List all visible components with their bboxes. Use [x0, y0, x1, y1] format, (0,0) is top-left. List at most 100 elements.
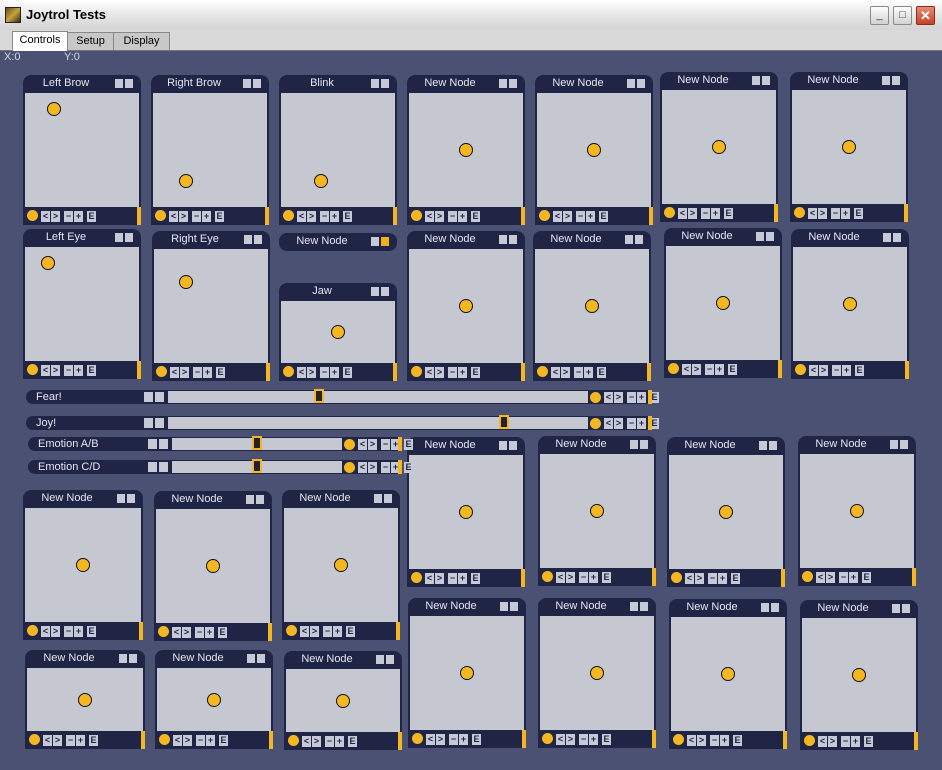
center-dot-button[interactable] [590, 418, 601, 429]
pad-edit-button[interactable]: E [724, 208, 733, 219]
center-dot-button[interactable] [542, 571, 553, 582]
joystick-handle[interactable] [78, 692, 92, 707]
pad-toggle-b-button[interactable] [635, 235, 643, 244]
slider-right-arrow-button[interactable]: > [368, 462, 377, 473]
center-dot-button[interactable] [411, 366, 422, 377]
pad-minus-button[interactable]: − [576, 211, 585, 222]
pad-toggle-a-button[interactable] [247, 654, 255, 663]
joystick-handle[interactable] [590, 666, 604, 680]
pad-toggle-b-button[interactable] [257, 654, 265, 663]
joystick-area[interactable] [407, 93, 525, 207]
pad-toggle-b-button[interactable] [125, 233, 133, 242]
slider-track[interactable] [168, 389, 588, 403]
pad-left-arrow-button[interactable]: < [297, 367, 306, 378]
pad-right-arrow-button[interactable]: > [818, 208, 827, 219]
slider-track[interactable] [172, 436, 342, 450]
joystick-area[interactable] [284, 669, 402, 732]
pad-edit-button[interactable]: E [343, 211, 352, 222]
pad-right-arrow-button[interactable]: > [310, 626, 319, 637]
pad-toggle-b-button[interactable] [900, 440, 908, 449]
joystick-area[interactable] [279, 301, 397, 363]
joystick-handle[interactable] [712, 140, 726, 154]
pad-plus-button[interactable]: + [459, 734, 468, 745]
pad-left-arrow-button[interactable]: < [678, 208, 687, 219]
pad-minus-button[interactable]: − [831, 208, 840, 219]
joystick-handle[interactable] [179, 173, 194, 188]
center-dot-button[interactable] [344, 462, 355, 473]
pad-plus-button[interactable]: + [330, 367, 339, 378]
pad-edit-button[interactable]: E [218, 627, 227, 638]
pad-right-arrow-button[interactable]: > [180, 367, 189, 378]
pad-edit-button[interactable]: E [731, 573, 740, 584]
pad-toggle-b-button[interactable] [254, 235, 262, 244]
pad-edit-button[interactable]: E [471, 367, 480, 378]
pad-minus-button[interactable]: − [196, 735, 205, 746]
joystick-area[interactable] [23, 508, 143, 622]
slider-left-arrow-button[interactable]: < [358, 462, 367, 473]
pad-left-arrow-button[interactable]: < [687, 735, 696, 746]
center-dot-button[interactable] [539, 210, 550, 221]
pad-plus-button[interactable]: + [849, 572, 858, 583]
center-dot-button[interactable] [671, 572, 682, 583]
pad-plus-button[interactable]: + [842, 365, 851, 376]
slider-left-arrow-button[interactable]: < [604, 418, 613, 429]
pad-right-arrow-button[interactable]: > [566, 734, 575, 745]
maximize-button[interactable]: □ [893, 6, 912, 25]
pad-plus-button[interactable]: + [76, 735, 85, 746]
pad-minus-button[interactable]: − [832, 365, 841, 376]
pad-minus-button[interactable]: − [449, 734, 458, 745]
pad-toggle-b-button[interactable] [640, 440, 648, 449]
pad-toggle-a-button[interactable] [882, 76, 890, 85]
pad-toggle-b-button[interactable] [509, 79, 517, 88]
joystick-handle[interactable] [459, 505, 473, 519]
pad-left-arrow-button[interactable]: < [302, 736, 311, 747]
pad-edit-button[interactable]: E [602, 734, 611, 745]
pad-left-arrow-button[interactable]: < [425, 573, 434, 584]
pad-plus-button[interactable]: + [458, 367, 467, 378]
pad-toggle-a-button[interactable] [244, 235, 252, 244]
pad-edit-button[interactable]: E [348, 736, 357, 747]
pad-toggle-a-button[interactable] [499, 235, 507, 244]
pad-toggle-a-button[interactable] [883, 233, 891, 242]
pad-right-arrow-button[interactable]: > [695, 573, 704, 584]
slider-toggle-b-button[interactable] [159, 462, 168, 472]
pad-plus-button[interactable]: + [841, 208, 850, 219]
pad-plus-button[interactable]: + [333, 626, 342, 637]
joystick-handle[interactable] [585, 299, 599, 313]
joystick-handle[interactable] [716, 296, 730, 310]
center-dot-button[interactable] [27, 364, 38, 375]
pad-toggle-b-button[interactable] [386, 655, 394, 664]
pad-toggle-b-button[interactable] [256, 495, 264, 504]
joystick-area[interactable] [790, 90, 908, 204]
joystick-handle[interactable] [206, 559, 220, 573]
pad-toggle-a-button[interactable] [500, 602, 508, 611]
pad-right-arrow-button[interactable]: > [688, 208, 697, 219]
pad-toggle-b-button[interactable] [381, 287, 389, 296]
pad-minus-button[interactable]: − [192, 211, 201, 222]
pad-edit-button[interactable]: E [864, 736, 873, 747]
slider-toggle-b-button[interactable] [155, 392, 164, 402]
pad-toggle-a-button[interactable] [630, 440, 638, 449]
joystick-area[interactable] [25, 668, 145, 731]
joystick-handle[interactable] [842, 140, 856, 154]
pad-toggle-b-button[interactable] [509, 441, 517, 450]
joystick-area[interactable] [798, 454, 916, 568]
pad-right-arrow-button[interactable]: > [182, 627, 191, 638]
slider-plus-button[interactable]: + [637, 418, 646, 429]
center-dot-button[interactable] [411, 572, 422, 583]
slider-edit-button[interactable]: E [404, 462, 413, 473]
slider-thumb[interactable] [252, 459, 262, 473]
joystick-handle[interactable] [459, 143, 473, 157]
tab-display[interactable]: Display [113, 32, 170, 50]
pad-edit-button[interactable]: E [87, 211, 96, 222]
pad-toggle-a-button[interactable] [499, 79, 507, 88]
pad-minus-button[interactable]: − [448, 211, 457, 222]
pad-toggle-a-button[interactable] [371, 79, 379, 88]
pad-toggle-a-button[interactable] [371, 237, 379, 246]
center-dot-button[interactable] [155, 210, 166, 221]
slider-left-arrow-button[interactable]: < [604, 392, 613, 403]
pad-plus-button[interactable]: + [205, 627, 214, 638]
pad-toggle-a-button[interactable] [499, 441, 507, 450]
joystick-handle[interactable] [76, 558, 90, 572]
joystick-area[interactable] [667, 455, 785, 569]
